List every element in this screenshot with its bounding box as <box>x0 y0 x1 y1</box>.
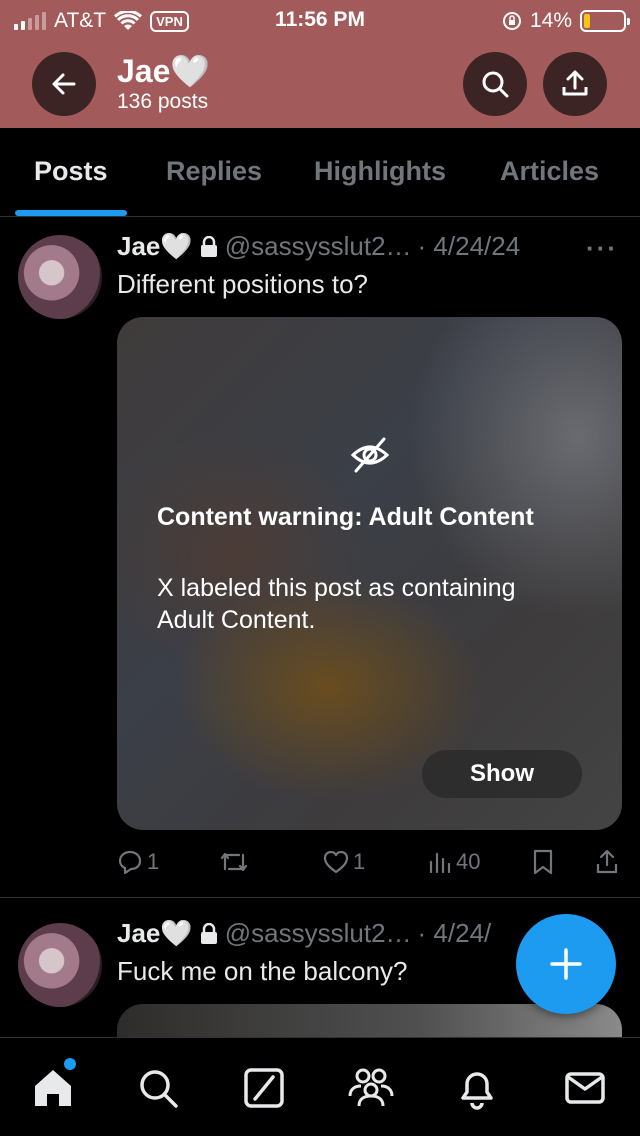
post[interactable]: Jae🤍 @sassysslut2… · 4/24/24 ··· Differe… <box>0 217 640 897</box>
content-warning-media[interactable]: Content warning: Adult Content X labeled… <box>117 317 622 830</box>
nav-home[interactable] <box>29 1064 77 1112</box>
avatar[interactable] <box>18 923 102 1007</box>
explore-icon <box>140 1070 178 1108</box>
like-icon <box>323 850 349 874</box>
author-handle[interactable]: @sassysslut2… <box>225 918 412 949</box>
tab-articles[interactable]: Articles <box>500 156 599 187</box>
battery-percent: 14% <box>529 9 572 32</box>
post-count: 136 posts <box>117 90 209 113</box>
reply-button[interactable]: 1 <box>117 849 159 875</box>
battery-icon <box>580 10 630 32</box>
bookmark-button[interactable] <box>532 849 554 875</box>
post-date: · 4/24/ <box>417 918 492 948</box>
header-title: Jae🤍 136 posts <box>117 52 210 114</box>
share-icon <box>562 70 588 96</box>
search-icon <box>482 71 509 98</box>
tab-highlights[interactable]: Highlights <box>314 156 446 187</box>
views-button[interactable]: 40 <box>428 849 480 875</box>
nav-grok[interactable] <box>240 1064 288 1112</box>
post-text: Different positions to? <box>117 269 368 299</box>
lock-icon <box>200 235 217 257</box>
bottom-navigation <box>0 1037 640 1136</box>
content-warning-body: X labeled this post as containing Adult … <box>157 574 516 634</box>
post-header: Jae🤍 @sassysslut2… · 4/24/ <box>117 918 491 949</box>
orientation-lock-icon <box>502 12 521 30</box>
back-arrow-icon <box>52 73 76 95</box>
tab-posts[interactable]: Posts <box>34 156 108 187</box>
back-button[interactable] <box>32 52 96 116</box>
plus-icon <box>550 948 582 980</box>
nav-communities[interactable] <box>347 1064 395 1112</box>
active-tab-indicator <box>15 210 127 216</box>
status-bar: AT&T VPN 11:56 PM 14% <box>0 0 640 44</box>
profile-name: Jae🤍 <box>117 53 211 89</box>
retweet-button[interactable] <box>219 849 249 875</box>
views-icon <box>429 852 451 874</box>
share-icon <box>596 849 618 874</box>
post-share-button[interactable] <box>595 849 619 875</box>
post-header: Jae🤍 @sassysslut2… · 4/24/24 <box>117 231 520 262</box>
notifications-icon <box>461 1072 493 1110</box>
view-count: 40 <box>456 849 481 874</box>
eye-slash-icon <box>350 437 390 473</box>
like-button[interactable]: 1 <box>323 849 365 875</box>
post-text: Fuck me on the balcony? <box>117 956 408 986</box>
author-handle[interactable]: @sassysslut2… <box>225 231 412 262</box>
share-button[interactable] <box>543 52 607 116</box>
communities-icon <box>348 1068 394 1107</box>
grok-icon <box>244 1068 284 1108</box>
show-button[interactable]: Show <box>422 750 582 798</box>
profile-tabs: Posts Replies Highlights Articles <box>0 128 640 217</box>
nav-notifications[interactable] <box>453 1064 501 1112</box>
nav-explore[interactable] <box>134 1064 182 1112</box>
more-options-button[interactable]: ··· <box>586 233 618 264</box>
author-name[interactable]: Jae🤍 <box>117 231 193 262</box>
reply-icon <box>118 850 142 875</box>
post-date: · 4/24/24 <box>417 231 521 261</box>
retweet-icon <box>220 852 248 872</box>
search-button[interactable] <box>463 52 527 116</box>
notification-dot <box>64 1058 76 1070</box>
messages-icon <box>565 1072 605 1104</box>
bookmark-icon <box>533 849 553 875</box>
content-warning-title: Content warning: Adult Content <box>157 503 534 531</box>
avatar[interactable] <box>18 235 102 319</box>
tab-replies[interactable]: Replies <box>166 156 262 187</box>
author-name[interactable]: Jae🤍 <box>117 918 193 949</box>
profile-header: AT&T VPN 11:56 PM 14% Jae🤍 136 posts <box>0 0 640 128</box>
like-count: 1 <box>353 849 366 874</box>
home-icon <box>35 1070 71 1106</box>
reply-count: 1 <box>147 849 160 874</box>
compose-button[interactable] <box>516 914 616 1014</box>
lock-icon <box>200 922 217 944</box>
nav-messages[interactable] <box>561 1064 609 1112</box>
post-actions: 1 1 40 <box>117 849 622 889</box>
